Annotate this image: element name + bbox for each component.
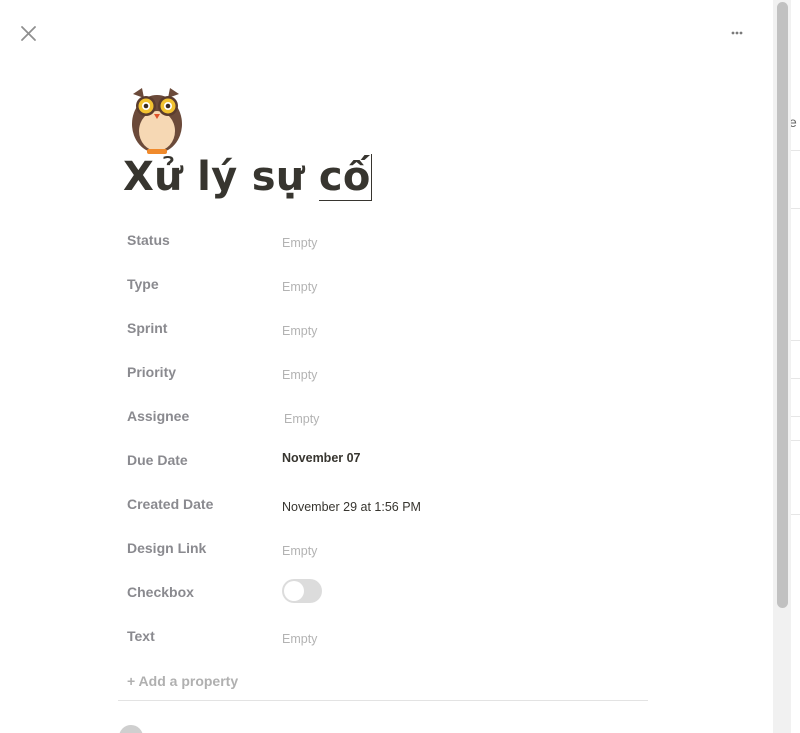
property-label-due-date[interactable]: Due Date — [127, 452, 188, 468]
property-label-assignee[interactable]: Assignee — [127, 408, 189, 424]
property-label-checkbox[interactable]: Checkbox — [127, 584, 194, 600]
page-title-selected-text: cố — [318, 154, 372, 201]
property-label-status[interactable]: Status — [127, 232, 170, 248]
property-label-sprint[interactable]: Sprint — [127, 320, 167, 336]
property-label-type[interactable]: Type — [127, 276, 159, 292]
page-title[interactable]: Xử lý sự cố — [123, 154, 372, 201]
page-peek-panel: e Xử lý sự cố Status Empty Type Empty Sp… — [0, 0, 800, 733]
property-value-type[interactable]: Empty — [282, 280, 317, 294]
property-value-status[interactable]: Empty — [282, 236, 317, 250]
property-value-assignee[interactable]: Empty — [284, 412, 319, 426]
property-value-created-date: November 29 at 1:56 PM — [282, 500, 421, 514]
property-label-design-link[interactable]: Design Link — [127, 540, 206, 556]
close-icon — [21, 26, 36, 41]
add-property-button[interactable]: + Add a property — [127, 673, 238, 689]
page-icon[interactable] — [128, 86, 190, 156]
owl-icon — [132, 88, 182, 154]
property-label-created-date[interactable]: Created Date — [127, 496, 213, 512]
checkbox-toggle[interactable] — [282, 579, 322, 603]
avatar — [119, 725, 143, 733]
toggle-knob — [284, 581, 304, 601]
property-value-sprint[interactable]: Empty — [282, 324, 317, 338]
scrollbar-thumb[interactable] — [777, 2, 788, 608]
property-value-priority[interactable]: Empty — [282, 368, 317, 382]
close-button[interactable] — [18, 22, 40, 44]
property-value-text[interactable]: Empty — [282, 632, 317, 646]
property-label-text[interactable]: Text — [127, 628, 155, 644]
property-label-priority[interactable]: Priority — [127, 364, 176, 380]
more-options-button[interactable] — [726, 22, 748, 44]
more-horizontal-icon — [731, 31, 743, 35]
page-title-text: Xử lý sự — [123, 154, 319, 200]
properties-divider — [118, 700, 648, 701]
property-value-due-date[interactable]: November 07 — [282, 451, 361, 465]
property-value-design-link[interactable]: Empty — [282, 544, 317, 558]
